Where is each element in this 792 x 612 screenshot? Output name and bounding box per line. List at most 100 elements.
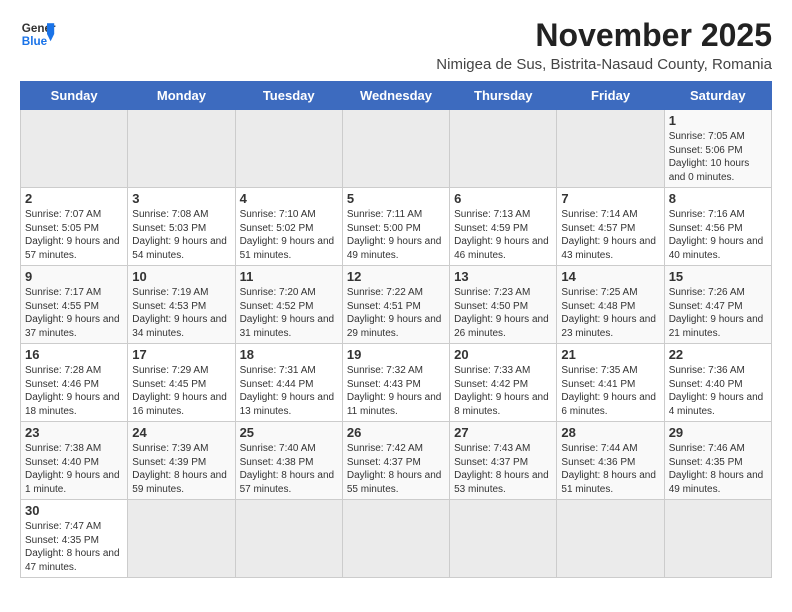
day-number: 23	[25, 425, 123, 440]
logo: General Blue	[20, 16, 56, 52]
calendar-cell	[235, 500, 342, 578]
location-subtitle: Nimigea de Sus, Bistrita-Nasaud County, …	[436, 56, 772, 73]
calendar-cell: 26 Sunrise: 7:42 AM Sunset: 4:37 PM Dayli…	[342, 422, 449, 500]
day-number: 8	[669, 191, 767, 206]
day-number: 12	[347, 269, 445, 284]
day-info: Sunrise: 7:39 AM Sunset: 4:39 PM Dayligh…	[132, 442, 230, 496]
day-number: 6	[454, 191, 552, 206]
calendar-cell: 16 Sunrise: 7:28 AM Sunset: 4:46 PM Dayli…	[21, 344, 128, 422]
month-title: November 2025	[436, 16, 772, 54]
day-number: 24	[132, 425, 230, 440]
svg-text:Blue: Blue	[22, 35, 48, 48]
day-info: Sunrise: 7:16 AM Sunset: 4:56 PM Dayligh…	[669, 208, 767, 262]
day-number: 20	[454, 347, 552, 362]
calendar-cell: 27Sunrise: 7:43 AM Sunset: 4:37 PM Dayli…	[450, 422, 557, 500]
calendar-cell: 15 Sunrise: 7:26 AM Sunset: 4:47 PM Dayli…	[664, 266, 771, 344]
day-number: 7	[561, 191, 659, 206]
day-info: Sunrise: 7:20 AM Sunset: 4:52 PM Dayligh…	[240, 286, 338, 340]
weekday-header-friday: Friday	[557, 82, 664, 110]
calendar-cell: 22Sunrise: 7:36 AM Sunset: 4:40 PM Dayli…	[664, 344, 771, 422]
day-number: 10	[132, 269, 230, 284]
calendar-cell	[664, 500, 771, 578]
day-info: Sunrise: 7:07 AM Sunset: 5:05 PM Dayligh…	[25, 208, 123, 262]
calendar-cell: 20 Sunrise: 7:33 AM Sunset: 4:42 PM Dayli…	[450, 344, 557, 422]
weekday-header-monday: Monday	[128, 82, 235, 110]
calendar-cell: 8 Sunrise: 7:16 AM Sunset: 4:56 PM Daylig…	[664, 188, 771, 266]
logo-icon: General Blue	[20, 16, 56, 52]
calendar-cell: 21 Sunrise: 7:35 AM Sunset: 4:41 PM Dayli…	[557, 344, 664, 422]
calendar-cell	[342, 500, 449, 578]
calendar-cell: 14 Sunrise: 7:25 AM Sunset: 4:48 PM Dayli…	[557, 266, 664, 344]
calendar-week-5: 23 Sunrise: 7:38 AM Sunset: 4:40 PM Dayli…	[21, 422, 772, 500]
calendar-week-6: 30 Sunrise: 7:47 AM Sunset: 4:35 PM Dayli…	[21, 500, 772, 578]
weekday-header-tuesday: Tuesday	[235, 82, 342, 110]
day-number: 18	[240, 347, 338, 362]
day-info: Sunrise: 7:08 AM Sunset: 5:03 PM Dayligh…	[132, 208, 230, 262]
calendar-cell: 1 Sunrise: 7:05 AM Sunset: 5:06 PM Daylig…	[664, 110, 771, 188]
day-number: 2	[25, 191, 123, 206]
day-number: 30	[25, 503, 123, 518]
day-info: Sunrise: 7:38 AM Sunset: 4:40 PM Dayligh…	[25, 442, 123, 496]
calendar-cell	[128, 500, 235, 578]
day-info: Sunrise: 7:05 AM Sunset: 5:06 PM Dayligh…	[669, 130, 767, 184]
calendar-cell: 11Sunrise: 7:20 AM Sunset: 4:52 PM Dayli…	[235, 266, 342, 344]
calendar-cell: 7 Sunrise: 7:14 AM Sunset: 4:57 PM Daylig…	[557, 188, 664, 266]
calendar-week-1: 1 Sunrise: 7:05 AM Sunset: 5:06 PM Daylig…	[21, 110, 772, 188]
calendar-cell: 13Sunrise: 7:23 AM Sunset: 4:50 PM Dayli…	[450, 266, 557, 344]
calendar-cell	[235, 110, 342, 188]
day-info: Sunrise: 7:29 AM Sunset: 4:45 PM Dayligh…	[132, 364, 230, 418]
calendar-cell: 4Sunrise: 7:10 AM Sunset: 5:02 PM Daylig…	[235, 188, 342, 266]
calendar-cell	[450, 110, 557, 188]
day-info: Sunrise: 7:42 AM Sunset: 4:37 PM Dayligh…	[347, 442, 445, 496]
day-number: 21	[561, 347, 659, 362]
day-number: 1	[669, 113, 767, 128]
day-info: Sunrise: 7:46 AM Sunset: 4:35 PM Dayligh…	[669, 442, 767, 496]
day-number: 28	[561, 425, 659, 440]
calendar-cell	[557, 110, 664, 188]
day-number: 3	[132, 191, 230, 206]
calendar-cell: 29 Sunrise: 7:46 AM Sunset: 4:35 PM Dayli…	[664, 422, 771, 500]
day-info: Sunrise: 7:44 AM Sunset: 4:36 PM Dayligh…	[561, 442, 659, 496]
day-info: Sunrise: 7:36 AM Sunset: 4:40 PM Dayligh…	[669, 364, 767, 418]
day-info: Sunrise: 7:33 AM Sunset: 4:42 PM Dayligh…	[454, 364, 552, 418]
day-info: Sunrise: 7:47 AM Sunset: 4:35 PM Dayligh…	[25, 520, 123, 574]
day-number: 14	[561, 269, 659, 284]
calendar-cell	[450, 500, 557, 578]
calendar-cell: 12 Sunrise: 7:22 AM Sunset: 4:51 PM Dayli…	[342, 266, 449, 344]
weekday-header-thursday: Thursday	[450, 82, 557, 110]
day-number: 25	[240, 425, 338, 440]
calendar-week-2: 2 Sunrise: 7:07 AM Sunset: 5:05 PM Daylig…	[21, 188, 772, 266]
day-number: 19	[347, 347, 445, 362]
day-number: 9	[25, 269, 123, 284]
calendar-cell: 19 Sunrise: 7:32 AM Sunset: 4:43 PM Dayli…	[342, 344, 449, 422]
calendar-cell: 10 Sunrise: 7:19 AM Sunset: 4:53 PM Dayli…	[128, 266, 235, 344]
day-number: 26	[347, 425, 445, 440]
day-info: Sunrise: 7:25 AM Sunset: 4:48 PM Dayligh…	[561, 286, 659, 340]
day-number: 29	[669, 425, 767, 440]
calendar-cell	[342, 110, 449, 188]
day-number: 5	[347, 191, 445, 206]
page-header: General Blue November 2025 Nimigea de Su…	[20, 16, 772, 73]
day-info: Sunrise: 7:22 AM Sunset: 4:51 PM Dayligh…	[347, 286, 445, 340]
weekday-header-saturday: Saturday	[664, 82, 771, 110]
day-number: 16	[25, 347, 123, 362]
day-number: 17	[132, 347, 230, 362]
day-number: 15	[669, 269, 767, 284]
calendar-cell: 30 Sunrise: 7:47 AM Sunset: 4:35 PM Dayli…	[21, 500, 128, 578]
day-info: Sunrise: 7:28 AM Sunset: 4:46 PM Dayligh…	[25, 364, 123, 418]
day-info: Sunrise: 7:26 AM Sunset: 4:47 PM Dayligh…	[669, 286, 767, 340]
weekday-header-wednesday: Wednesday	[342, 82, 449, 110]
day-info: Sunrise: 7:14 AM Sunset: 4:57 PM Dayligh…	[561, 208, 659, 262]
calendar-cell: 5 Sunrise: 7:11 AM Sunset: 5:00 PM Daylig…	[342, 188, 449, 266]
weekday-header-sunday: Sunday	[21, 82, 128, 110]
day-info: Sunrise: 7:35 AM Sunset: 4:41 PM Dayligh…	[561, 364, 659, 418]
calendar-week-3: 9Sunrise: 7:17 AM Sunset: 4:55 PM Daylig…	[21, 266, 772, 344]
calendar-cell	[128, 110, 235, 188]
calendar-cell	[21, 110, 128, 188]
day-info: Sunrise: 7:19 AM Sunset: 4:53 PM Dayligh…	[132, 286, 230, 340]
calendar-cell: 25Sunrise: 7:40 AM Sunset: 4:38 PM Dayli…	[235, 422, 342, 500]
day-number: 4	[240, 191, 338, 206]
day-info: Sunrise: 7:32 AM Sunset: 4:43 PM Dayligh…	[347, 364, 445, 418]
calendar-table: SundayMondayTuesdayWednesdayThursdayFrid…	[20, 81, 772, 578]
day-info: Sunrise: 7:11 AM Sunset: 5:00 PM Dayligh…	[347, 208, 445, 262]
